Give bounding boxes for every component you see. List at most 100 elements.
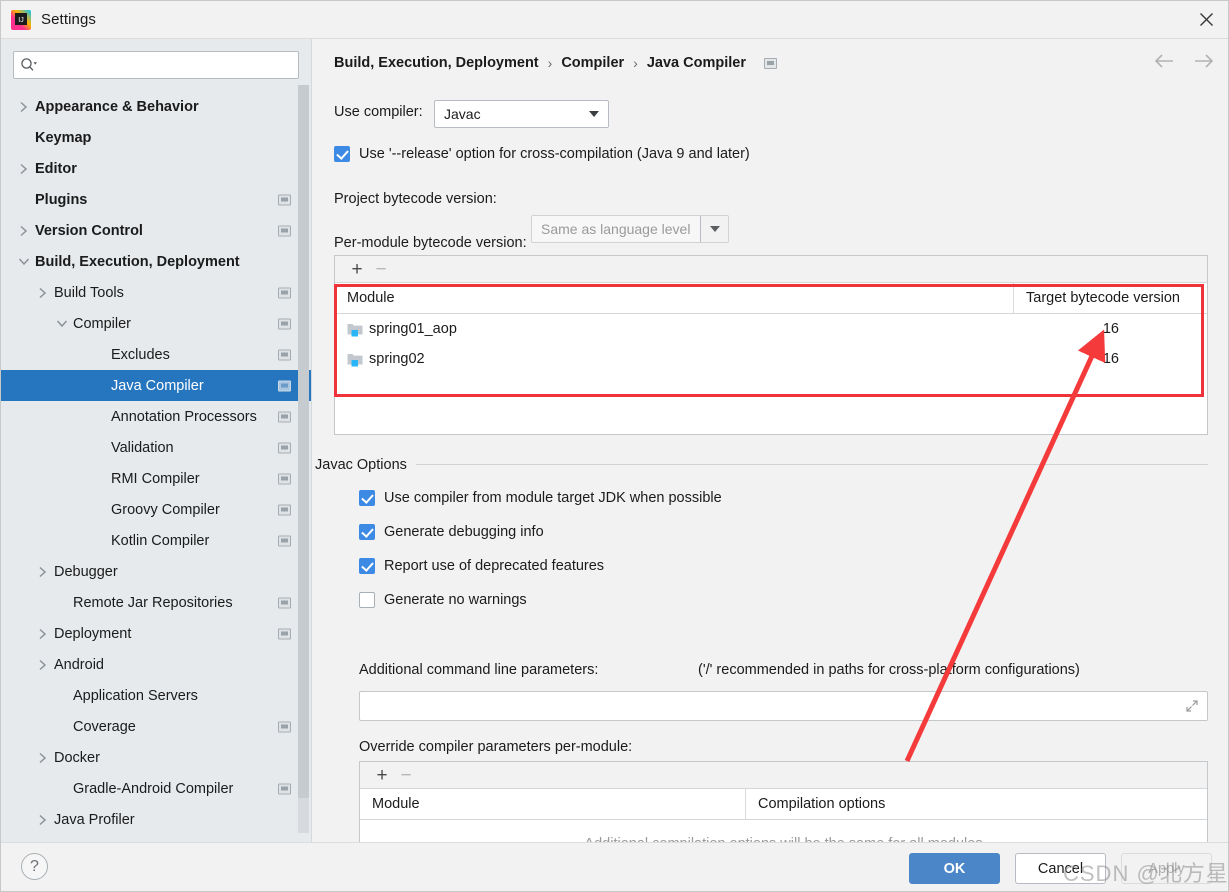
- sidebar-item-application-servers[interactable]: Application Servers: [1, 680, 311, 711]
- chevron-down-icon[interactable]: [700, 216, 728, 242]
- sidebar-item-validation[interactable]: Validation: [1, 432, 311, 463]
- sidebar-item-label: Editor: [35, 160, 77, 177]
- expand-icon[interactable]: [1185, 699, 1199, 713]
- release-option-checkbox[interactable]: [334, 146, 350, 162]
- chevron-right-icon[interactable]: [34, 656, 52, 674]
- sidebar-item-java-profiler[interactable]: Java Profiler: [1, 804, 311, 835]
- sidebar-item-debugger[interactable]: Debugger: [1, 556, 311, 587]
- arrow-left-icon[interactable]: [1154, 53, 1176, 69]
- chevron-right-icon[interactable]: [34, 563, 52, 581]
- settings-sync-badge-icon: [278, 349, 291, 360]
- sidebar-scrollbar-thumb[interactable]: [298, 85, 309, 798]
- sidebar-item-editor[interactable]: Editor: [1, 153, 311, 184]
- settings-sync-badge-icon: [278, 597, 291, 608]
- sidebar-item-plugins[interactable]: Plugins: [1, 184, 311, 215]
- javac-option-row[interactable]: Report use of deprecated features: [359, 558, 604, 574]
- per-module-toolbar: + −: [335, 256, 1207, 283]
- settings-sync-badge-icon: [763, 57, 777, 69]
- javac-option-checkbox[interactable]: [359, 592, 375, 608]
- sidebar-item-remote-jar-repositories[interactable]: Remote Jar Repositories: [1, 587, 311, 618]
- sidebar-item-build-execution-deployment[interactable]: Build, Execution, Deployment: [1, 246, 311, 277]
- additional-params-input[interactable]: [359, 691, 1208, 721]
- chevron-right-icon[interactable]: [34, 749, 52, 767]
- breadcrumb-separator: ›: [633, 55, 638, 71]
- per-module-label-row: Per-module bytecode version:: [334, 235, 527, 251]
- breadcrumb-item-0[interactable]: Build, Execution, Deployment: [334, 55, 539, 71]
- chevron-down-icon[interactable]: [53, 315, 71, 333]
- table-row[interactable]: spring02 16: [335, 344, 1207, 374]
- javac-option-checkbox[interactable]: [359, 524, 375, 540]
- sidebar-item-appearance-behavior[interactable]: Appearance & Behavior: [1, 91, 311, 122]
- override-table-header: Module Compilation options: [360, 789, 1207, 820]
- sidebar-item-gradle-android-compiler[interactable]: Gradle-Android Compiler: [1, 773, 311, 804]
- table-row[interactable]: spring01_aop 16: [335, 314, 1207, 344]
- close-icon[interactable]: [1182, 1, 1228, 38]
- sidebar-item-keymap[interactable]: Keymap: [1, 122, 311, 153]
- chevron-right-icon[interactable]: [34, 811, 52, 829]
- javac-option-row[interactable]: Generate no warnings: [359, 592, 527, 608]
- release-option-label: Use '--release' option for cross-compila…: [359, 146, 750, 162]
- sidebar-item-deployment[interactable]: Deployment: [1, 618, 311, 649]
- use-compiler-value: Javac: [444, 106, 481, 122]
- per-module-table-header: Module Target bytecode version: [335, 283, 1207, 314]
- chevron-right-icon[interactable]: [15, 222, 33, 240]
- javac-option-checkbox[interactable]: [359, 558, 375, 574]
- remove-override-button[interactable]: −: [396, 765, 416, 785]
- settings-sync-badge-icon: [278, 318, 291, 329]
- sidebar-item-kotlin-compiler[interactable]: Kotlin Compiler: [1, 525, 311, 556]
- javac-option-row[interactable]: Use compiler from module target JDK when…: [359, 490, 722, 506]
- sidebar-item-build-tools[interactable]: Build Tools: [1, 277, 311, 308]
- help-button[interactable]: ?: [21, 853, 48, 880]
- release-option-row[interactable]: Use '--release' option for cross-compila…: [334, 146, 750, 162]
- column-header-module[interactable]: Module: [335, 283, 1013, 313]
- window-title: Settings: [41, 11, 96, 28]
- ok-button[interactable]: OK: [909, 853, 1000, 884]
- column-header-target-bytecode-version[interactable]: Target bytecode version: [1013, 283, 1207, 313]
- breadcrumb-item-1[interactable]: Compiler: [561, 55, 624, 71]
- target-bytecode-version-cell[interactable]: 16: [1013, 344, 1207, 374]
- chevron-right-icon[interactable]: [34, 625, 52, 643]
- column-header-module[interactable]: Module: [360, 789, 745, 819]
- sidebar-item-android[interactable]: Android: [1, 649, 311, 680]
- target-bytecode-version-cell[interactable]: 16: [1013, 314, 1207, 344]
- settings-sync-badge-icon: [278, 225, 291, 236]
- javac-option-row[interactable]: Generate debugging info: [359, 524, 544, 540]
- add-module-button[interactable]: +: [347, 259, 367, 279]
- sidebar-item-java-compiler[interactable]: Java Compiler: [1, 370, 311, 401]
- override-params-label: Override compiler parameters per-module:: [359, 739, 633, 755]
- search-input[interactable]: [38, 53, 292, 77]
- arrow-right-icon[interactable]: [1192, 53, 1214, 69]
- additional-params-hint: ('/' recommended in paths for cross-plat…: [698, 662, 1080, 678]
- chevron-right-icon[interactable]: [34, 284, 52, 302]
- project-bytecode-dropdown[interactable]: Same as language level: [531, 215, 729, 243]
- add-override-button[interactable]: +: [372, 765, 392, 785]
- additional-params-label-row: Additional command line parameters:: [359, 662, 598, 678]
- use-compiler-dropdown[interactable]: Javac: [434, 100, 609, 128]
- sidebar-item-rmi-compiler[interactable]: RMI Compiler: [1, 463, 311, 494]
- sidebar-item-label: Compiler: [73, 315, 132, 332]
- chevron-down-icon[interactable]: [15, 253, 33, 271]
- chevron-right-icon[interactable]: [15, 98, 33, 116]
- javac-option-checkbox[interactable]: [359, 490, 375, 506]
- sidebar-item-label: Debugger: [54, 563, 118, 580]
- search-box[interactable]: [13, 51, 299, 79]
- breadcrumb: Build, Execution, Deployment › Compiler …: [334, 55, 777, 71]
- sidebar-item-version-control[interactable]: Version Control: [1, 215, 311, 246]
- remove-module-button[interactable]: −: [371, 259, 391, 279]
- override-params-table: + − Module Compilation options Additiona…: [359, 761, 1208, 844]
- sidebar-item-coverage[interactable]: Coverage: [1, 711, 311, 742]
- sidebar-item-label: Validation: [111, 439, 174, 456]
- cancel-button[interactable]: Cancel: [1015, 853, 1106, 884]
- sidebar-item-excludes[interactable]: Excludes: [1, 339, 311, 370]
- chevron-right-icon[interactable]: [15, 160, 33, 178]
- column-header-compilation-options[interactable]: Compilation options: [745, 789, 1207, 819]
- sidebar-item-docker[interactable]: Docker: [1, 742, 311, 773]
- apply-button[interactable]: Apply: [1121, 853, 1212, 884]
- sidebar-item-annotation-processors[interactable]: Annotation Processors: [1, 401, 311, 432]
- chevron-down-icon[interactable]: [580, 101, 608, 127]
- dialog-footer: ? OK Cancel Apply: [1, 842, 1228, 891]
- sidebar-item-compiler[interactable]: Compiler: [1, 308, 311, 339]
- sidebar-item-groovy-compiler[interactable]: Groovy Compiler: [1, 494, 311, 525]
